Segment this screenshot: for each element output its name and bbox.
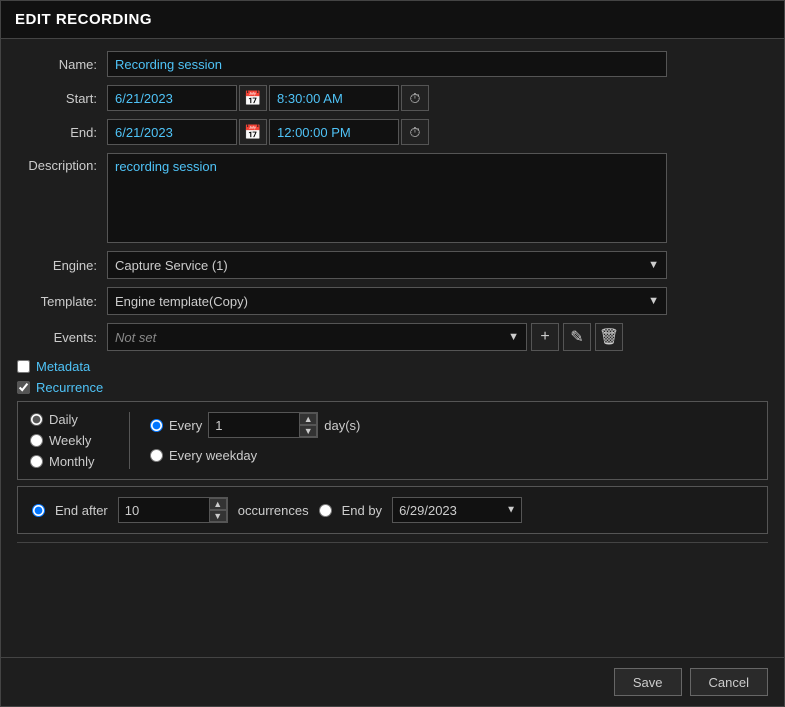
- end-after-spinner-up[interactable]: ▲: [209, 498, 227, 510]
- title-bar: Edit Recording: [1, 1, 784, 39]
- add-icon: +: [540, 328, 549, 346]
- calendar-icon-2: 📅: [244, 124, 261, 141]
- template-select[interactable]: Engine template(Copy): [107, 287, 667, 315]
- template-dropdown-wrapper: Engine template(Copy) ▼: [107, 287, 667, 315]
- template-row: Template: Engine template(Copy) ▼: [17, 287, 768, 315]
- weekday-radio[interactable]: [150, 449, 163, 462]
- engine-select[interactable]: Capture Service (1): [107, 251, 667, 279]
- weekly-radio-item: Weekly: [30, 433, 109, 448]
- end-clock-btn[interactable]: ⏱: [401, 119, 429, 145]
- end-box: End after ▲ ▼ occurrences End by 6/29/20…: [17, 486, 768, 534]
- engine-label: Engine:: [17, 258, 107, 273]
- add-event-btn[interactable]: +: [531, 323, 559, 351]
- end-date-wrapper: 6/29/2023 ▼: [392, 497, 522, 523]
- end-label: End:: [17, 125, 107, 140]
- metadata-row: Metadata: [17, 359, 768, 374]
- monthly-radio[interactable]: [30, 455, 43, 468]
- description-label: Description:: [17, 153, 107, 173]
- clock-icon-2: ⏱: [410, 124, 421, 141]
- end-after-label[interactable]: End after: [55, 503, 108, 518]
- end-calendar-btn[interactable]: 📅: [239, 119, 267, 145]
- description-input[interactable]: recording session: [107, 153, 667, 243]
- name-input[interactable]: [107, 51, 667, 77]
- description-row: Description: recording session: [17, 153, 768, 243]
- daily-radio-item: Daily: [30, 412, 109, 427]
- end-row: End: 📅 ⏱: [17, 119, 768, 145]
- recurrence-types: Daily Weekly Monthly: [30, 412, 130, 469]
- metadata-checkbox[interactable]: [17, 360, 30, 373]
- start-clock-btn[interactable]: ⏱: [401, 85, 429, 111]
- dialog-content: Name: Start: 📅 ⏱ End: 📅 ⏱: [1, 39, 784, 657]
- name-label: Name:: [17, 57, 107, 72]
- events-dropdown-wrapper: Not set ▼: [107, 323, 527, 351]
- every-row: Every ▲ ▼ day(s): [150, 412, 755, 438]
- metadata-label[interactable]: Metadata: [36, 359, 90, 374]
- end-after-spinner-down[interactable]: ▼: [209, 510, 227, 522]
- start-label: Start:: [17, 91, 107, 106]
- end-after-spinners: ▲ ▼: [209, 498, 227, 522]
- occurrences-label: occurrences: [238, 503, 309, 518]
- delete-icon: 🗑: [599, 327, 619, 347]
- footer-divider: [17, 542, 768, 543]
- recurrence-label[interactable]: Recurrence: [36, 380, 103, 395]
- dialog-title: Edit Recording: [15, 11, 770, 28]
- start-calendar-btn[interactable]: 📅: [239, 85, 267, 111]
- weekday-label[interactable]: Every weekday: [169, 448, 257, 463]
- events-label: Events:: [17, 330, 107, 345]
- recurrence-inner: Daily Weekly Monthly: [30, 412, 755, 469]
- weekday-row: Every weekday: [150, 448, 755, 463]
- every-spinners: ▲ ▼: [299, 413, 317, 437]
- end-row-inner: End after ▲ ▼ occurrences End by 6/29/20…: [32, 497, 753, 523]
- edit-recording-dialog: Edit Recording Name: Start: 📅 ⏱ End: 📅: [0, 0, 785, 707]
- end-date-input[interactable]: [107, 119, 237, 145]
- engine-row: Engine: Capture Service (1) ▼: [17, 251, 768, 279]
- monthly-radio-item: Monthly: [30, 454, 109, 469]
- engine-dropdown-wrapper: Capture Service (1) ▼: [107, 251, 667, 279]
- every-input-wrapper: ▲ ▼: [208, 412, 318, 438]
- clock-icon: ⏱: [410, 90, 421, 107]
- end-after-radio[interactable]: [32, 504, 45, 517]
- cancel-button[interactable]: Cancel: [690, 668, 768, 696]
- end-date-select[interactable]: 6/29/2023: [392, 497, 522, 523]
- days-label: day(s): [324, 418, 360, 433]
- start-row: Start: 📅 ⏱: [17, 85, 768, 111]
- recurrence-checkbox[interactable]: [17, 381, 30, 394]
- every-spinner-up[interactable]: ▲: [299, 413, 317, 425]
- template-label: Template:: [17, 294, 107, 309]
- daily-label[interactable]: Daily: [49, 412, 78, 427]
- end-time-input[interactable]: [269, 119, 399, 145]
- calendar-icon: 📅: [244, 90, 261, 107]
- end-by-radio[interactable]: [319, 504, 332, 517]
- save-button[interactable]: Save: [614, 668, 682, 696]
- weekly-radio[interactable]: [30, 434, 43, 447]
- dialog-footer: Save Cancel: [1, 657, 784, 706]
- delete-event-btn[interactable]: 🗑: [595, 323, 623, 351]
- name-row: Name:: [17, 51, 768, 77]
- recurrence-options: Every ▲ ▼ day(s) Every week: [150, 412, 755, 469]
- start-date-input[interactable]: [107, 85, 237, 111]
- recurrence-box: Daily Weekly Monthly: [17, 401, 768, 480]
- monthly-label[interactable]: Monthly: [49, 454, 95, 469]
- every-label[interactable]: Every: [169, 418, 202, 433]
- every-spinner-down[interactable]: ▼: [299, 425, 317, 437]
- start-time-input[interactable]: [269, 85, 399, 111]
- edit-event-btn[interactable]: ✎: [563, 323, 591, 351]
- edit-icon: ✎: [570, 327, 583, 347]
- recurrence-row: Recurrence: [17, 380, 768, 395]
- events-select[interactable]: Not set: [107, 323, 527, 351]
- daily-radio[interactable]: [30, 413, 43, 426]
- weekly-label[interactable]: Weekly: [49, 433, 91, 448]
- events-row: Events: Not set ▼ + ✎ 🗑: [17, 323, 768, 351]
- every-radio[interactable]: [150, 419, 163, 432]
- end-after-input-wrapper: ▲ ▼: [118, 497, 228, 523]
- end-by-label[interactable]: End by: [342, 503, 382, 518]
